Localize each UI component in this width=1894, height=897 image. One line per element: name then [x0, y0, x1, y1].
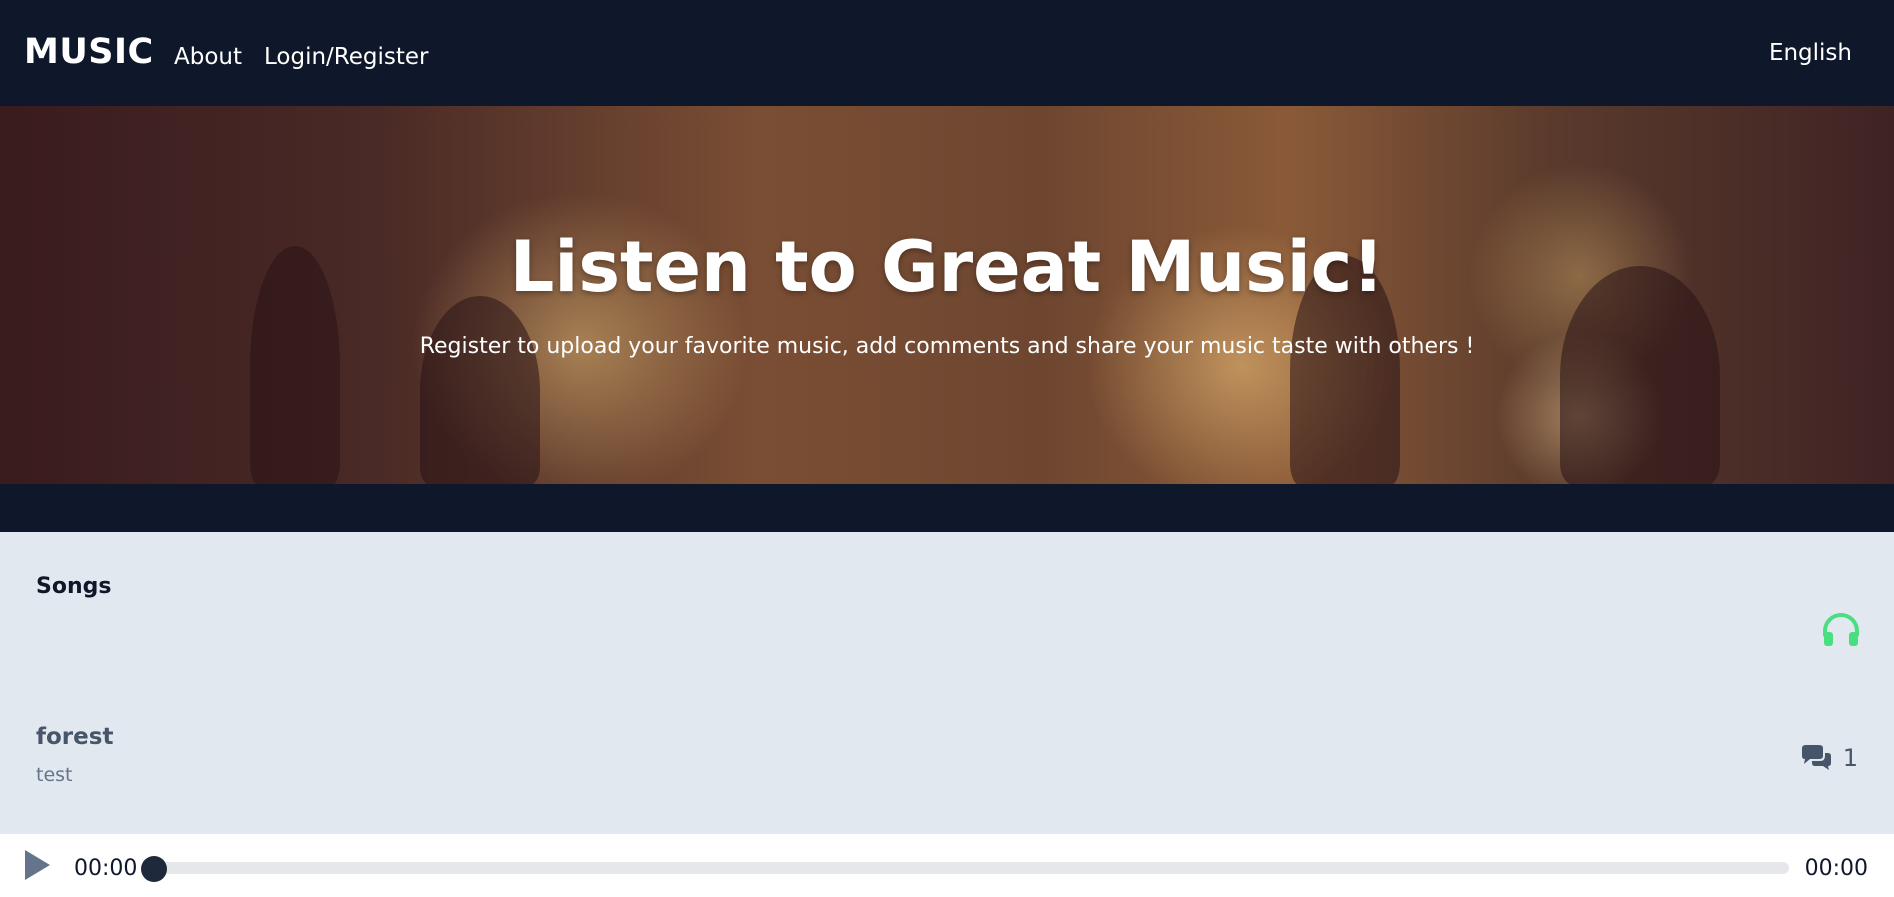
- hero-silhouette: [420, 296, 540, 484]
- comments-icon: [1801, 745, 1831, 770]
- songs-heading: Songs: [36, 574, 112, 599]
- current-time: 00:00: [74, 856, 138, 881]
- nav-about-link[interactable]: About: [174, 44, 242, 70]
- comments-button[interactable]: 1: [1799, 744, 1858, 772]
- song-list-item[interactable]: forest test 1: [36, 724, 1876, 794]
- hero-bottom-band: [0, 484, 1894, 532]
- language-selector[interactable]: English: [1769, 40, 1852, 66]
- song-description: test: [36, 764, 73, 786]
- comments-count: 1: [1842, 744, 1858, 772]
- brand-logo[interactable]: MUSIC: [24, 32, 154, 72]
- headphones-icon[interactable]: [1821, 611, 1861, 647]
- play-icon[interactable]: [22, 848, 52, 882]
- duration-time: 00:00: [1804, 856, 1868, 881]
- progress-thumb[interactable]: [141, 856, 167, 882]
- hero-subtitle: Register to upload your favorite music, …: [419, 334, 1475, 359]
- navbar: MUSIC About Login/Register English: [0, 0, 1894, 106]
- progress-track[interactable]: [152, 862, 1789, 874]
- audio-player: 00:00 00:00: [0, 834, 1894, 897]
- hero-title: Listen to Great Music!: [509, 226, 1385, 308]
- nav-login-register-link[interactable]: Login/Register: [264, 44, 429, 70]
- hero-banner: Listen to Great Music! Register to uploa…: [0, 106, 1894, 484]
- song-title[interactable]: forest: [36, 724, 113, 750]
